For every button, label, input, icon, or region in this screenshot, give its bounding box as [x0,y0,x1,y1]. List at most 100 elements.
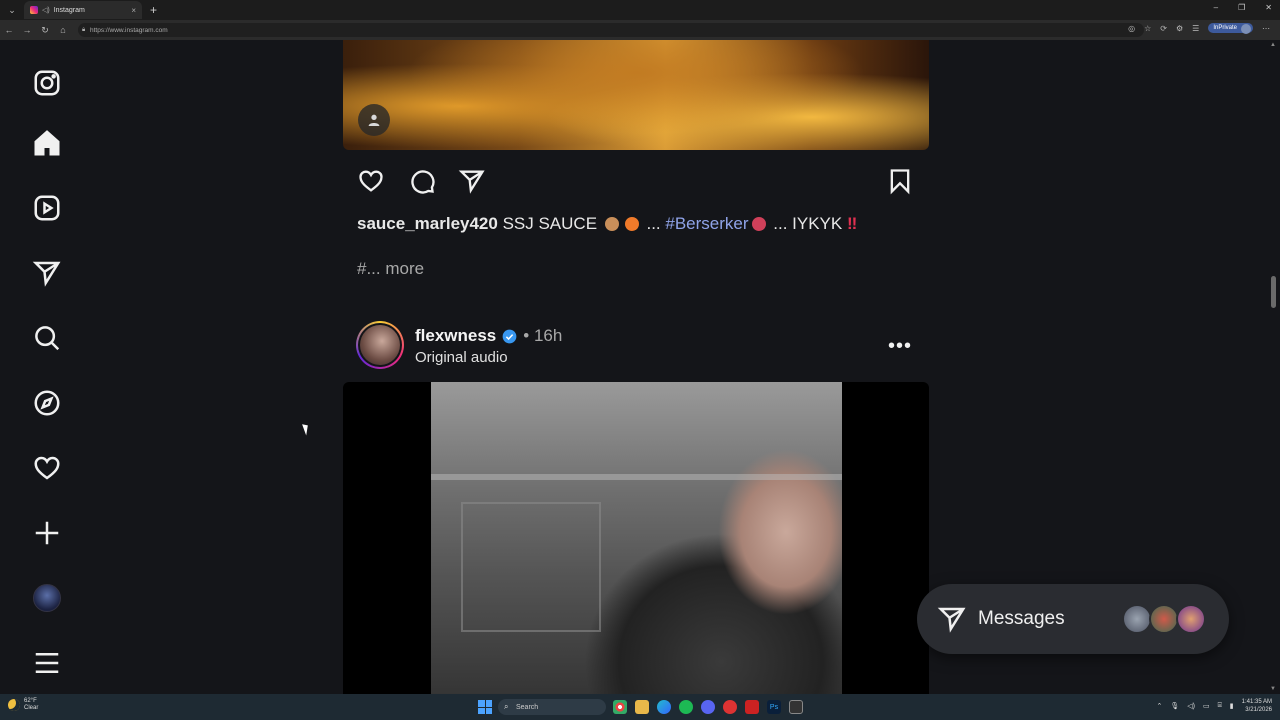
weather-condition: Clear [24,705,39,711]
tray-overflow-icon[interactable]: ⌃ [1156,702,1162,710]
post-image[interactable] [343,40,929,150]
caption-text: SSJ SAUCE [497,214,602,233]
new-tab-button[interactable]: + [150,3,157,17]
messages-button[interactable]: Messages [917,584,1229,654]
inprivate-badge[interactable]: InPrivate [1208,23,1253,34]
taskbar-search[interactable]: ⌕ Search [498,699,606,715]
notifications-icon[interactable] [29,450,65,486]
search-icon: ⌕ [504,702,509,711]
video-background-bar [431,474,842,480]
minimize-button[interactable]: – [1214,3,1218,12]
home-icon[interactable] [29,125,65,161]
tagged-users-icon[interactable] [358,104,390,136]
acrobat-icon[interactable] [745,700,759,714]
post-timestamp[interactable]: • 16h [523,326,562,346]
close-window-button[interactable]: ✕ [1265,3,1272,12]
photoshop-icon[interactable]: Ps [767,700,781,714]
messages-icon [937,604,967,634]
discord-icon[interactable] [701,700,715,714]
start-button[interactable] [478,700,492,714]
extensions-icon[interactable]: ⟳ [1160,24,1167,33]
browser-tab-instagram[interactable]: ◁) Instagram × [24,1,142,19]
explore-icon[interactable] [29,385,65,421]
messages-label: Messages [978,608,1065,629]
caption-more-line: #... more [357,259,424,279]
settings-icon[interactable]: ⚙ [1176,24,1183,33]
app-icon[interactable] [723,700,737,714]
post-options-icon[interactable]: ••• [888,335,912,358]
more-link[interactable]: more [381,259,424,278]
lock-icon[interactable]: 🔒︎ [82,27,85,34]
profile-avatar[interactable] [29,580,65,616]
comment-icon[interactable] [407,166,437,196]
tab-close-icon[interactable]: × [131,6,136,15]
display-icon[interactable]: ▭ [1203,702,1210,710]
tab-actions-menu-icon[interactable]: ⌄ [4,2,20,18]
verified-badge-icon [502,329,517,343]
file-explorer-icon[interactable] [635,700,649,714]
browser-tab-bar: ⌄ ◁) Instagram × + – ❐ ✕ [0,0,1280,20]
scroll-thumb[interactable] [1271,276,1276,308]
network-icon[interactable]: ⌸ [1218,702,1222,710]
post-video[interactable] [343,382,929,694]
menu-icon[interactable] [29,645,65,681]
video-content [431,382,842,694]
instagram-page: sauce_marley420 SSJ SAUCE ... #Berserker… [0,40,1280,694]
post-username[interactable]: flexwness [415,326,496,346]
window-controls: – ❐ ✕ [1214,3,1272,12]
address-url: https://www.instagram.com [90,26,168,34]
inprivate-label: InPrivate [1213,25,1237,31]
refresh-icon[interactable]: ↻ [36,25,54,36]
volume-icon[interactable]: ◁) [1187,702,1195,710]
share-icon[interactable] [457,166,487,196]
bookmark-icon[interactable] [885,166,915,196]
terminal-icon[interactable] [789,700,803,714]
like-heart-icon[interactable] [356,166,386,196]
post-header: flexwness • 16h Original audio ••• [356,321,916,371]
mouse-cursor [302,422,311,436]
caption-username[interactable]: sauce_marley420 [357,214,498,233]
edge-icon[interactable] [657,700,671,714]
favorite-star-icon[interactable]: ☆ [1144,24,1151,33]
audio-playing-icon[interactable]: ◁) [42,6,50,14]
back-arrow-icon[interactable]: ← [0,25,18,35]
address-bar[interactable]: 🔒︎ https://www.instagram.com [78,23,1144,37]
taskbar-search-placeholder: Search [516,703,539,711]
caption-end: ... IYKYK [768,214,847,233]
weather-widget[interactable]: 62°F Clear [8,698,38,712]
page-scrollbar[interactable]: ▲ ▼ [1270,40,1276,694]
post-author-line: flexwness • 16h [415,326,562,346]
hashtag-link[interactable]: #Berserker [665,214,748,233]
chrome-icon[interactable] [613,700,627,714]
emoji-cup-icon [604,217,619,231]
more-options-icon[interactable]: ⋯ [1262,24,1270,33]
moon-icon [8,699,20,711]
favorites-icon[interactable]: ☰ [1192,24,1199,33]
taskbar-clock[interactable]: 1:41:35 AM 3/21/2026 [1242,698,1272,714]
reels-icon[interactable] [29,190,65,226]
post-audio-link[interactable]: Original audio [415,349,508,366]
forward-arrow-icon[interactable]: → [18,25,36,35]
scroll-down-icon[interactable]: ▼ [1270,686,1276,692]
instagram-favicon-icon [30,6,38,14]
scroll-up-icon[interactable]: ▲ [1270,42,1276,48]
battery-icon[interactable]: ▮ [1230,702,1234,710]
home-browser-icon[interactable]: ⌂ [54,25,72,35]
post-actions [356,166,916,196]
spotify-icon[interactable] [679,700,693,714]
restore-button[interactable]: ❐ [1238,3,1245,12]
browser-right-controls: ◎ ☆ ⟳ ⚙ ☰ InPrivate ⋯ [1128,23,1270,34]
story-ring-avatar[interactable] [356,321,404,369]
instagram-logo-icon[interactable] [29,65,65,101]
emoji-fire-icon [624,217,639,231]
direct-icon[interactable] [29,255,65,291]
message-avatar-1 [1122,604,1152,634]
create-icon[interactable] [29,515,65,551]
avatar [360,325,400,365]
windows-taskbar: 62°F Clear ⌕ Search Ps ⌃ 🎙︎ ◁) ▭ ⌸ ▮ 1:4… [0,694,1280,720]
post-caption: sauce_marley420 SSJ SAUCE ... #Berserker… [357,214,857,234]
caption-hash-prefix: #... [357,259,381,278]
search-icon[interactable] [29,320,65,356]
microphone-icon[interactable]: 🎙︎ [1170,702,1179,710]
read-aloud-icon[interactable]: ◎ [1128,24,1135,33]
